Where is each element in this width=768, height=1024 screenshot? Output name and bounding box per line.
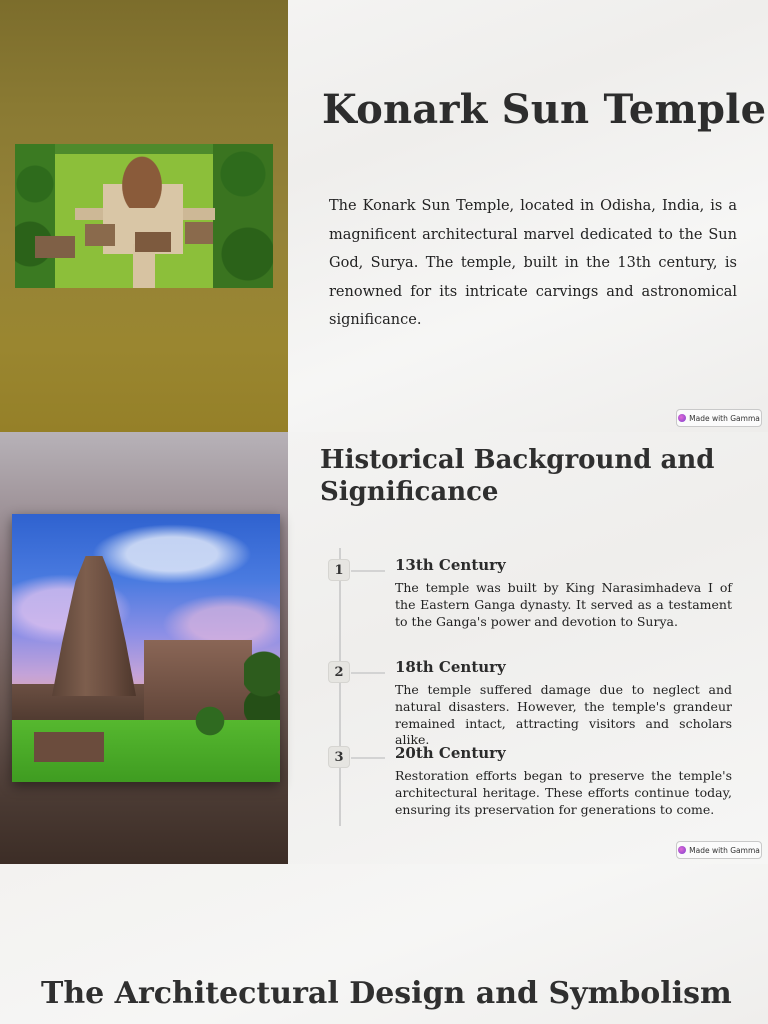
made-with-gamma-badge[interactable]: Made with Gamma (676, 841, 762, 859)
timeline-text: The temple was built by King Narasimhade… (395, 580, 732, 629)
gamma-logo-icon (678, 414, 687, 422)
slide-intro: Konark Sun Temple The Konark Sun Temple,… (0, 0, 768, 432)
timeline-text: Restoration efforts began to preserve th… (395, 768, 732, 817)
timeline-number: 1 (328, 559, 350, 581)
timeline-connector (351, 757, 385, 759)
timeline-number: 2 (328, 661, 350, 683)
image-panel (0, 0, 288, 432)
slide-history: Historical Background and Significance 1… (0, 432, 768, 864)
page-title: Konark Sun Temple (322, 86, 767, 133)
aerial-temple-image (15, 144, 273, 288)
timeline-connector (351, 570, 385, 572)
timeline-heading: 13th Century (395, 556, 506, 574)
timeline-line (339, 548, 341, 826)
timeline-text: The temple suffered damage due to neglec… (395, 682, 732, 748)
timeline-number: 3 (328, 746, 350, 768)
image-panel (0, 432, 288, 864)
badge-label: Made with Gamma (689, 413, 760, 423)
badge-label: Made with Gamma (689, 845, 760, 855)
slide-architecture: The Architectural Design and Symbolism (0, 864, 768, 1024)
timeline-heading: 18th Century (395, 658, 506, 676)
timeline-connector (351, 672, 385, 674)
section-title: The Architectural Design and Symbolism (41, 976, 732, 1011)
gamma-logo-icon (678, 846, 687, 854)
timeline-heading: 20th Century (395, 744, 506, 762)
temple-photo (12, 514, 280, 782)
intro-paragraph: The Konark Sun Temple, located in Odisha… (329, 198, 737, 328)
section-title: Historical Background and Significance (320, 445, 715, 507)
made-with-gamma-badge[interactable]: Made with Gamma (676, 409, 762, 427)
